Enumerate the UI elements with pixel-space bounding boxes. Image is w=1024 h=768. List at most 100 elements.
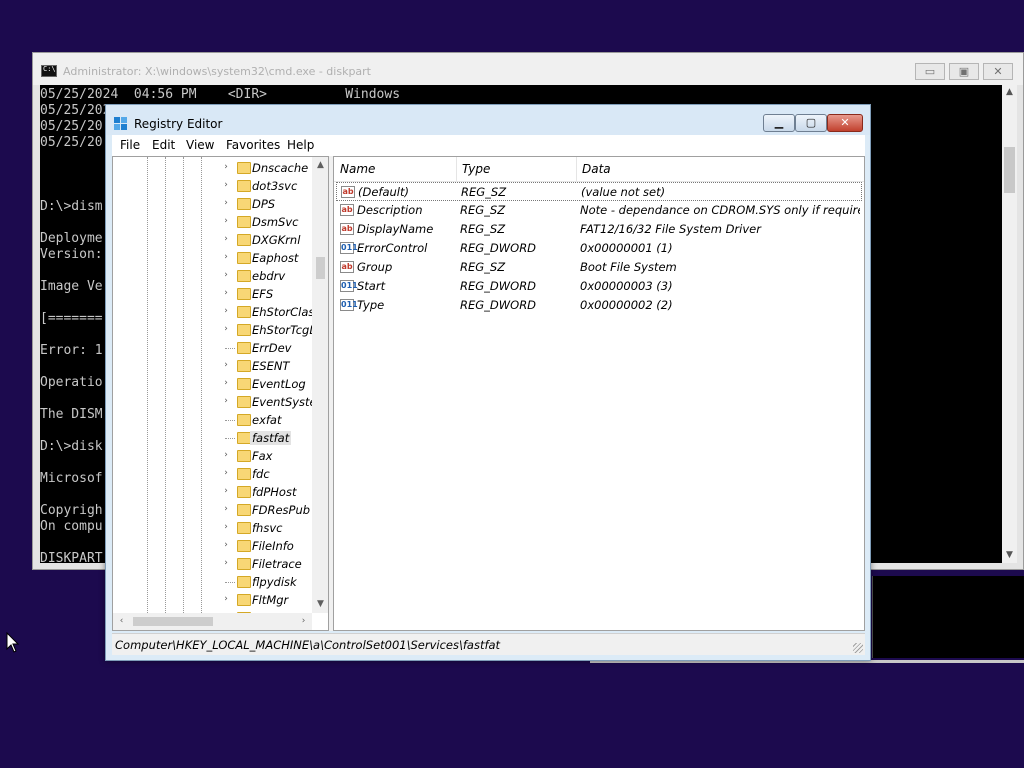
value-row[interactable]: ab Group REG_SZ Boot File System bbox=[336, 258, 862, 277]
tree-item[interactable]: › FileInfo bbox=[221, 537, 313, 555]
tree-item[interactable]: › EventLog bbox=[221, 375, 313, 393]
cmd-output-line: Copyrigh bbox=[40, 503, 103, 518]
expand-chevron-icon[interactable]: › bbox=[221, 594, 231, 604]
value-row[interactable]: ab DisplayName REG_SZ FAT12/16/32 File Syst… bbox=[336, 220, 862, 239]
cmd-maximize-button[interactable]: ▣ bbox=[949, 63, 979, 80]
tree-item[interactable]: › dot3svc bbox=[221, 177, 313, 195]
cmd-scroll-up-icon[interactable]: ▲ bbox=[1002, 85, 1017, 100]
expand-chevron-icon[interactable]: › bbox=[221, 522, 231, 532]
value-row[interactable]: ab (Default) REG_SZ (value not set) bbox=[336, 182, 862, 201]
tree-item[interactable]: › EhStorClas bbox=[221, 303, 313, 321]
expand-chevron-icon[interactable]: › bbox=[221, 450, 231, 460]
cmd-window-title: Administrator: X:\windows\system32\cmd.e… bbox=[63, 65, 371, 78]
cmd-scroll-down-icon[interactable]: ▼ bbox=[1002, 548, 1017, 563]
resize-grip-icon[interactable] bbox=[853, 643, 863, 653]
menu-edit[interactable]: Edit bbox=[152, 138, 175, 152]
expand-chevron-icon[interactable]: › bbox=[221, 270, 231, 280]
cmd-close-button[interactable]: ✕ bbox=[983, 63, 1013, 80]
cmd-window-bottom-edge bbox=[872, 576, 1024, 658]
regedit-titlebar[interactable]: Registry Editor ▁ ▢ ✕ bbox=[106, 105, 870, 135]
value-row[interactable]: 011 Start REG_DWORD 0x00000003 (3) bbox=[336, 277, 862, 296]
regedit-minimize-button[interactable]: ▁ bbox=[763, 114, 795, 132]
tree-item[interactable]: › EhStorTcgD bbox=[221, 321, 313, 339]
registry-values-list[interactable]: Name Type Data ab (Default) REG_SZ (value n… bbox=[333, 156, 865, 631]
expand-chevron-icon[interactable]: › bbox=[221, 540, 231, 550]
menu-favorites[interactable]: Favorites bbox=[226, 138, 280, 152]
cmd-titlebar[interactable]: Administrator: X:\windows\system32\cmd.e… bbox=[33, 53, 1023, 85]
tree-item[interactable]: › ESENT bbox=[221, 357, 313, 375]
expand-chevron-icon[interactable]: › bbox=[221, 198, 231, 208]
registry-editor-window[interactable]: Registry Editor ▁ ▢ ✕ File Edit View Fav… bbox=[105, 104, 871, 661]
tree-item-label: dot3svc bbox=[252, 179, 298, 193]
tree-scroll-down-icon[interactable]: ▼ bbox=[312, 596, 328, 613]
tree-item[interactable]: › Fax bbox=[221, 447, 313, 465]
registry-key-tree[interactable]: › Dnscache › dot3svc › DPS › DsmSvc › DXGKrnl › Eap… bbox=[112, 156, 329, 631]
tree-item[interactable]: › fdPHost bbox=[221, 483, 313, 501]
expand-chevron-icon[interactable]: › bbox=[221, 306, 231, 316]
tree-item-label: fdPHost bbox=[252, 485, 297, 499]
expand-chevron-icon[interactable]: › bbox=[221, 378, 231, 388]
tree-connector-line bbox=[225, 348, 235, 349]
expand-chevron-icon[interactable]: › bbox=[221, 216, 231, 226]
tree-item[interactable]: fastfat bbox=[221, 429, 313, 447]
tree-scroll-up-icon[interactable]: ▲ bbox=[312, 157, 328, 174]
cmd-scrollbar[interactable]: ▲ ▼ bbox=[1002, 85, 1017, 563]
tree-scroll-left-icon[interactable]: ‹ bbox=[113, 613, 130, 630]
menu-help[interactable]: Help bbox=[287, 138, 314, 152]
tree-item[interactable]: › DsmSvc bbox=[221, 213, 313, 231]
cmd-output-line: [======= bbox=[40, 311, 103, 326]
regedit-menubar: File Edit View Favorites Help bbox=[112, 135, 865, 156]
tree-horizontal-scroll-thumb[interactable] bbox=[133, 617, 213, 626]
tree-item[interactable]: exfat bbox=[221, 411, 313, 429]
tree-item-label: EhStorClas bbox=[252, 305, 313, 319]
column-header-name[interactable]: Name bbox=[334, 157, 456, 182]
tree-item[interactable]: › FDResPub bbox=[221, 501, 313, 519]
menu-file[interactable]: File bbox=[120, 138, 140, 152]
value-name: Description bbox=[357, 203, 423, 217]
expand-chevron-icon[interactable]: › bbox=[221, 180, 231, 190]
expand-chevron-icon[interactable]: › bbox=[221, 468, 231, 478]
expand-chevron-icon[interactable]: › bbox=[221, 162, 231, 172]
tree-item[interactable]: › FltMgr bbox=[221, 591, 313, 609]
column-header-type[interactable]: Type bbox=[456, 157, 576, 182]
value-row[interactable]: ab Description REG_SZ Note - dependance on … bbox=[336, 201, 862, 220]
cmd-scroll-thumb[interactable] bbox=[1004, 147, 1015, 193]
regedit-maximize-button[interactable]: ▢ bbox=[795, 114, 827, 132]
value-row[interactable]: 011 ErrorControl REG_DWORD 0x00000001 (1) bbox=[336, 239, 862, 258]
expand-chevron-icon[interactable]: › bbox=[221, 360, 231, 370]
expand-chevron-icon[interactable]: › bbox=[221, 396, 231, 406]
expand-chevron-icon[interactable]: › bbox=[221, 486, 231, 496]
tree-item[interactable]: › Dnscache bbox=[221, 159, 313, 177]
regedit-close-button[interactable]: ✕ bbox=[827, 114, 863, 132]
tree-item[interactable]: › EFS bbox=[221, 285, 313, 303]
tree-item[interactable]: › fdc bbox=[221, 465, 313, 483]
tree-item[interactable]: flpydisk bbox=[221, 573, 313, 591]
tree-horizontal-scrollbar[interactable]: ‹ › bbox=[113, 613, 312, 630]
tree-connector-line bbox=[225, 438, 235, 439]
expand-chevron-icon[interactable]: › bbox=[221, 504, 231, 514]
tree-scroll-right-icon[interactable]: › bbox=[295, 613, 312, 630]
value-row[interactable]: 011 Type REG_DWORD 0x00000002 (2) bbox=[336, 296, 862, 315]
cmd-minimize-button[interactable]: ▭ bbox=[915, 63, 945, 80]
expand-chevron-icon[interactable]: › bbox=[221, 324, 231, 334]
folder-icon bbox=[237, 324, 251, 336]
expand-chevron-icon[interactable]: › bbox=[221, 234, 231, 244]
tree-item[interactable]: › ebdrv bbox=[221, 267, 313, 285]
column-header-data[interactable]: Data bbox=[576, 157, 864, 182]
tree-item[interactable]: › EventSyste bbox=[221, 393, 313, 411]
folder-icon bbox=[237, 540, 251, 552]
folder-icon bbox=[237, 396, 251, 408]
tree-item[interactable]: ErrDev bbox=[221, 339, 313, 357]
tree-vertical-scrollbar[interactable]: ▲ ▼ bbox=[312, 157, 328, 613]
tree-vertical-scroll-thumb[interactable] bbox=[316, 257, 325, 279]
tree-item[interactable]: › Eaphost bbox=[221, 249, 313, 267]
tree-item[interactable]: › DPS bbox=[221, 195, 313, 213]
regedit-status-bar: Computer\HKEY_LOCAL_MACHINE\a\ControlSet… bbox=[112, 633, 865, 655]
tree-item[interactable]: › Filetrace bbox=[221, 555, 313, 573]
expand-chevron-icon[interactable]: › bbox=[221, 252, 231, 262]
menu-view[interactable]: View bbox=[186, 138, 214, 152]
expand-chevron-icon[interactable]: › bbox=[221, 288, 231, 298]
tree-item[interactable]: › fhsvc bbox=[221, 519, 313, 537]
tree-item[interactable]: › DXGKrnl bbox=[221, 231, 313, 249]
expand-chevron-icon[interactable]: › bbox=[221, 558, 231, 568]
